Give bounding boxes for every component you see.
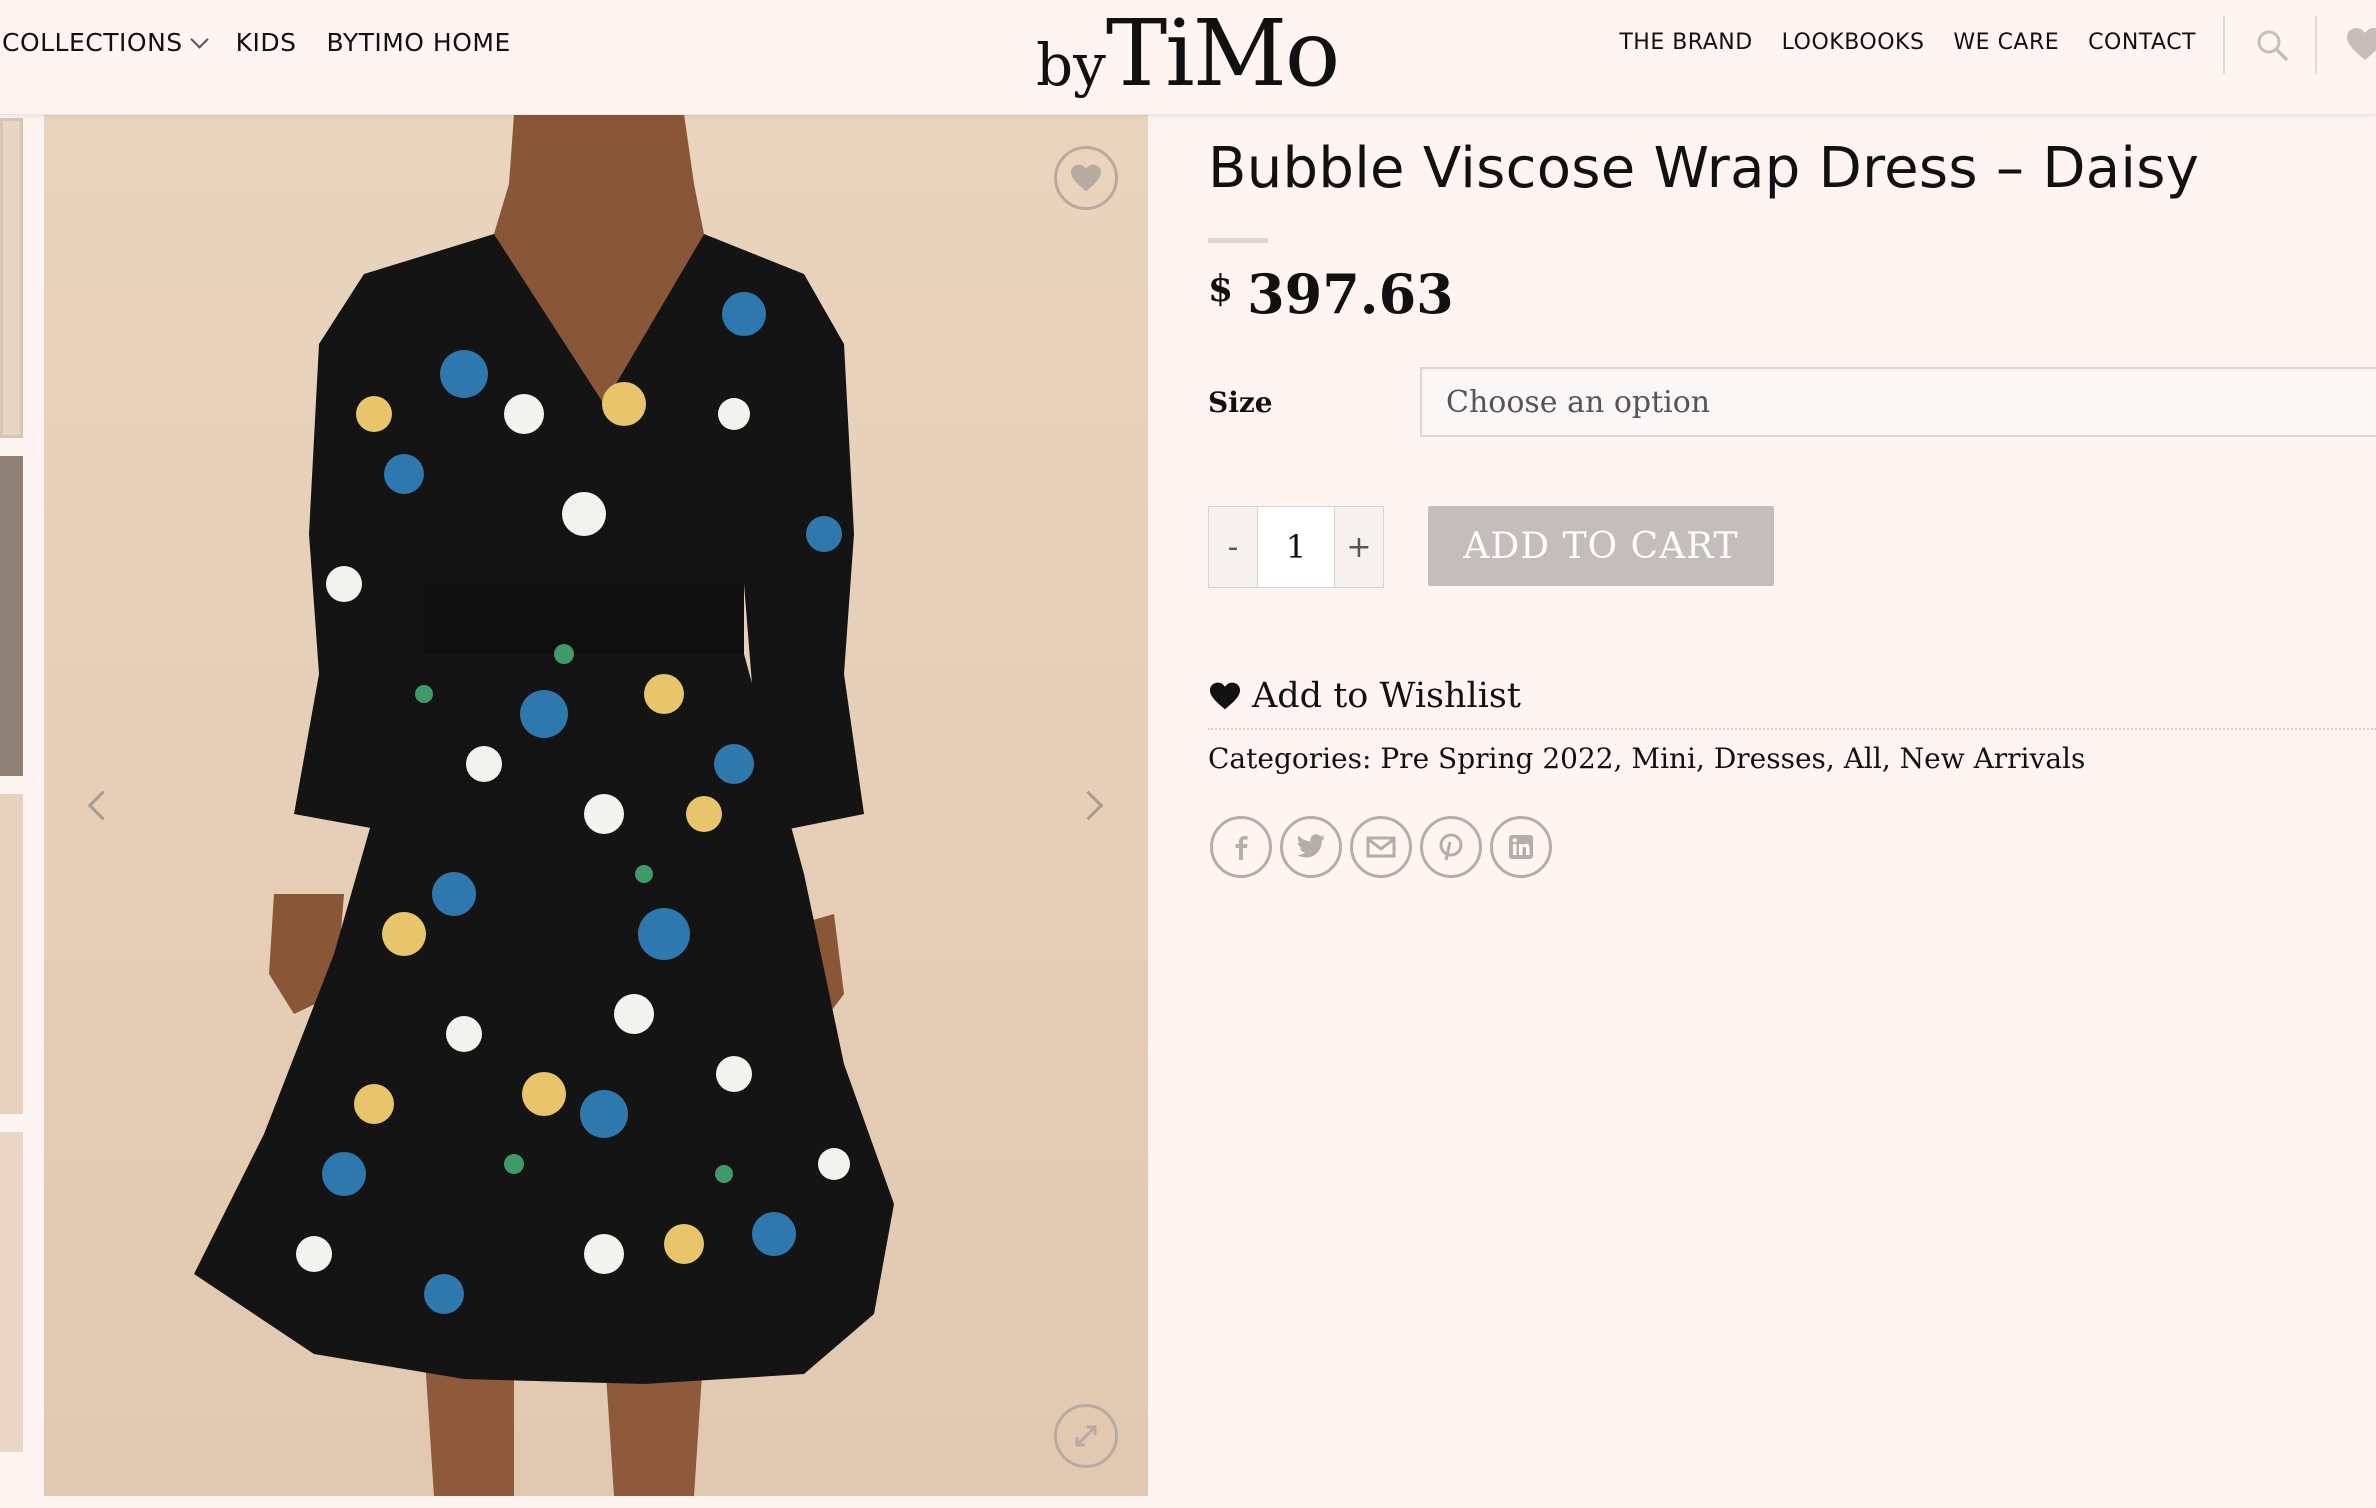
zoom-button[interactable] [1054, 1404, 1118, 1468]
product-categories: Categories: Pre Spring 2022, Mini, Dress… [1208, 742, 2085, 775]
header-divider [2223, 16, 2225, 74]
facebook-icon[interactable] [1210, 816, 1272, 878]
thumbnail-strip [0, 114, 23, 1460]
thumbnail-3[interactable] [0, 794, 23, 1114]
product-title: Bubble Viscose Wrap Dress – Daisy [1208, 136, 2200, 201]
search-icon[interactable] [2255, 28, 2289, 62]
thumbnail-4[interactable] [0, 1132, 23, 1452]
add-to-cart-button[interactable]: ADD TO CART [1428, 506, 1774, 586]
nav-collections[interactable]: COLLECTIONS [2, 28, 209, 57]
image-wishlist-button[interactable] [1054, 146, 1118, 210]
size-select[interactable]: Choose an option [1420, 367, 2376, 437]
product-main-image[interactable] [44, 114, 1148, 1496]
linkedin-icon[interactable] [1490, 816, 1552, 878]
add-to-wishlist-link[interactable]: Add to Wishlist [1208, 676, 1521, 716]
expand-icon [1075, 1425, 1097, 1447]
title-divider [1208, 238, 1268, 243]
size-label: Size [1208, 386, 1273, 419]
qty-plus-button[interactable]: + [1335, 507, 1383, 587]
primary-nav: COLLECTIONS KIDS BYTIMO HOME [2, 28, 511, 57]
qty-minus-button[interactable]: - [1209, 507, 1257, 587]
thumbnail-2[interactable] [0, 456, 23, 776]
heart-icon [1210, 682, 1240, 710]
dress-photo [194, 114, 894, 1496]
site-logo[interactable]: by TiMo [1036, 0, 1340, 107]
twitter-icon[interactable] [1280, 816, 1342, 878]
nav-the-brand[interactable]: THE BRAND [1619, 30, 1752, 55]
header-divider [2315, 16, 2317, 74]
categories-list[interactable]: Pre Spring 2022, Mini, Dresses, All, New… [1380, 742, 2085, 775]
secondary-nav: THE BRAND LOOKBOOKS WE CARE CONTACT [1619, 30, 2196, 55]
nav-kids[interactable]: KIDS [236, 28, 297, 57]
pinterest-icon[interactable] [1420, 816, 1482, 878]
wishlist-heart-icon[interactable] [2345, 26, 2376, 62]
email-icon[interactable] [1350, 816, 1412, 878]
nav-lookbooks[interactable]: LOOKBOOKS [1782, 30, 1925, 55]
categories-label: Categories: [1208, 742, 1372, 775]
heart-icon [1071, 164, 1101, 192]
site-header: COLLECTIONS KIDS BYTIMO HOME by TiMo THE… [0, 0, 2376, 115]
share-icons [1210, 816, 1552, 878]
logo-by: by [1036, 31, 1106, 99]
qty-input[interactable]: 1 [1257, 507, 1335, 587]
price-currency: $ [1208, 268, 1234, 310]
nav-bytimo-home[interactable]: BYTIMO HOME [327, 28, 511, 57]
quantity-stepper: - 1 + [1208, 506, 1384, 588]
wishlist-label: Add to Wishlist [1252, 676, 1521, 716]
price-amount: 397.63 [1247, 262, 1454, 326]
thumbnail-1[interactable] [0, 118, 23, 438]
nav-contact[interactable]: CONTACT [2088, 30, 2196, 55]
dotted-divider [1208, 728, 2376, 730]
chevron-down-icon [189, 30, 209, 49]
logo-timo: TiMo [1105, 0, 1340, 107]
product-price: $ 397.63 [1208, 262, 1454, 326]
nav-we-care[interactable]: WE CARE [1953, 30, 2059, 55]
